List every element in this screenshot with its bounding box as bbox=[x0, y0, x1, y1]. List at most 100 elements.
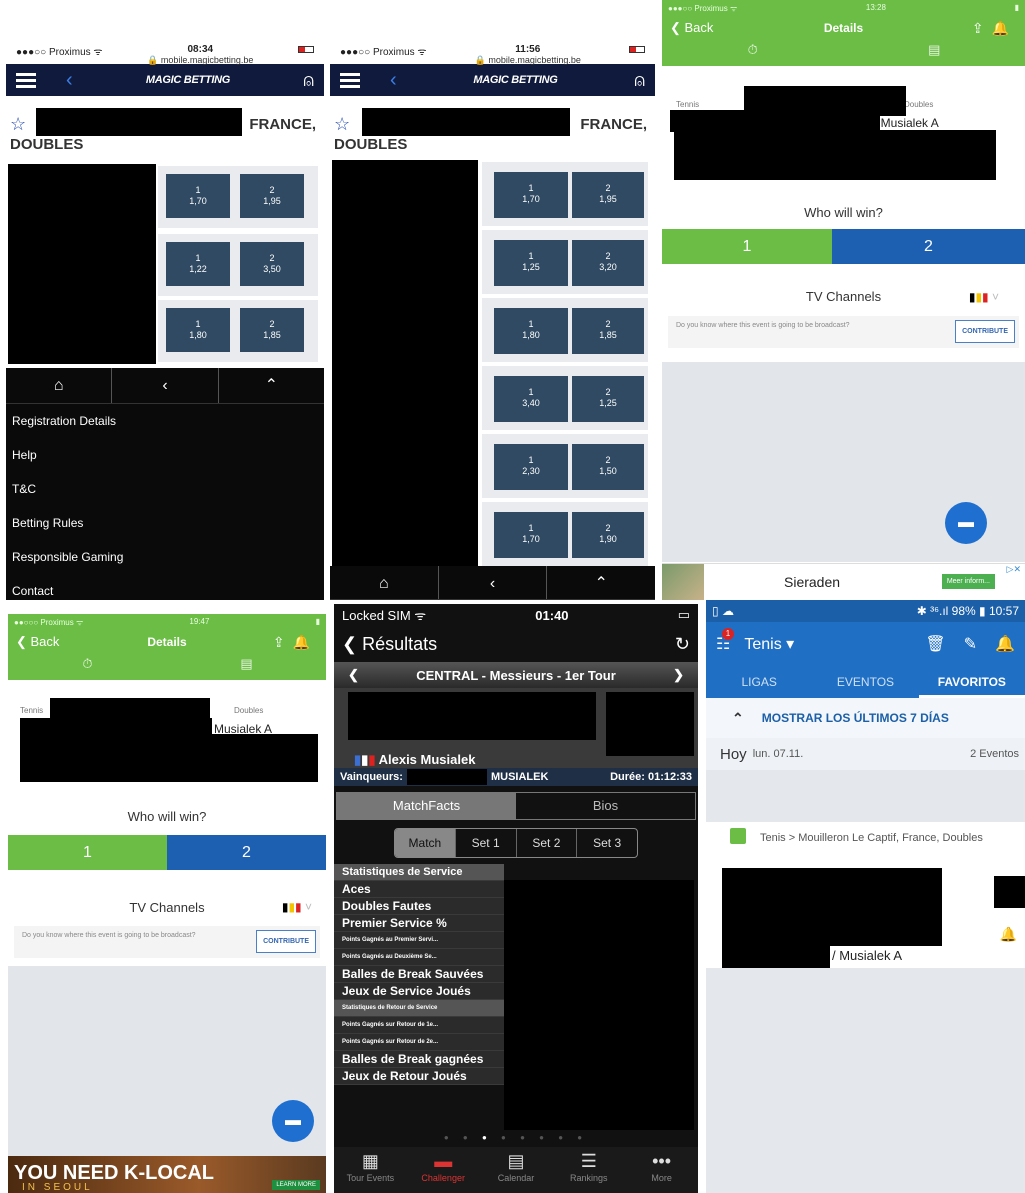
ad-button[interactable]: Meer inform... bbox=[941, 574, 995, 589]
back-icon[interactable]: ‹ bbox=[66, 69, 73, 92]
vote-bar: 1 2 bbox=[8, 835, 326, 870]
set-2[interactable]: Set 2 bbox=[517, 829, 578, 857]
page-title: Details bbox=[147, 635, 187, 649]
menu-item-help[interactable]: Help bbox=[6, 438, 324, 472]
ad-banner[interactable]: Sieraden Meer inform... ▷✕ bbox=[662, 563, 1025, 600]
menu-item-tc[interactable]: T&C bbox=[6, 472, 324, 506]
prev-icon[interactable]: ❮ bbox=[348, 667, 359, 683]
share-icon[interactable]: ⇪ bbox=[972, 20, 992, 36]
odd-button-2[interactable]: 2 1,90 bbox=[572, 512, 644, 558]
chat-fab-icon[interactable]: ▬ bbox=[945, 502, 987, 544]
tab-eventos[interactable]: EVENTOS bbox=[812, 666, 918, 698]
menu-icon[interactable] bbox=[16, 70, 36, 91]
bell-icon[interactable]: 🔔 bbox=[992, 20, 1017, 36]
bell-icon[interactable]: 🔔 bbox=[293, 634, 318, 650]
app-title[interactable]: Tenis ▾ bbox=[744, 634, 925, 654]
menu-icon[interactable] bbox=[340, 70, 360, 91]
tab-tour-events[interactable]: ▦ Tour Events bbox=[334, 1147, 407, 1193]
share-icon[interactable]: ⇪ bbox=[273, 634, 293, 650]
tab-bios[interactable]: Bios bbox=[516, 793, 695, 819]
url-bar[interactable]: 🔒 mobile.magicbetting.be bbox=[147, 55, 253, 66]
odd-button-1[interactable]: 1 3,40 bbox=[494, 376, 568, 422]
event-card[interactable]: Tenis > Mouilleron Le Captif, France, Do… bbox=[706, 822, 1025, 968]
list-icon[interactable]: ▤ bbox=[844, 42, 1025, 66]
odd-button-2[interactable]: 2 1,50 bbox=[572, 444, 644, 490]
vote-1-button[interactable]: 1 bbox=[8, 835, 167, 870]
odd-button-1[interactable]: 1 1,25 bbox=[494, 240, 568, 286]
vote-1-button[interactable]: 1 bbox=[662, 229, 832, 264]
edit-icon[interactable]: ✎ bbox=[964, 634, 977, 654]
timer-icon[interactable]: ⏱ bbox=[8, 656, 167, 680]
tab-ligas[interactable]: LIGAS bbox=[706, 666, 812, 698]
back-button[interactable]: ❮ Back bbox=[670, 20, 730, 36]
title-right: FRANCE, bbox=[580, 116, 647, 133]
ad-banner[interactable]: YOU NEED K-LOCAL IN SEOUL LEARN MORE bbox=[8, 1156, 326, 1193]
menu-item-registration[interactable]: Registration Details bbox=[6, 404, 324, 438]
belgium-flag-icon[interactable]: ▮▮▮ ˅ bbox=[282, 900, 312, 914]
vote-2-button[interactable]: 2 bbox=[832, 229, 1025, 264]
ad-button[interactable]: LEARN MORE bbox=[272, 1180, 320, 1190]
tab-more[interactable]: ••• More bbox=[625, 1147, 698, 1193]
contribute-button[interactable]: CONTRIBUTE bbox=[256, 930, 316, 953]
bell-icon[interactable]: 🔔 bbox=[1000, 926, 1017, 943]
odd-button-2[interactable]: 2 1,95 bbox=[572, 172, 644, 218]
scroll-top-icon[interactable]: ⌃ bbox=[219, 368, 324, 403]
vote-2-button[interactable]: 2 bbox=[167, 835, 326, 870]
set-match[interactable]: Match bbox=[395, 829, 456, 857]
calendar-badge-icon[interactable]: ☷ 1 bbox=[716, 628, 734, 654]
odd-button-2[interactable]: 2 1,25 bbox=[572, 376, 644, 422]
show-last-days[interactable]: ⌃ MOSTRAR LOS ÚLTIMOS 7 DÍAS bbox=[706, 698, 1025, 738]
ad-close-icon[interactable]: ▷✕ bbox=[1007, 564, 1021, 575]
odd-button-2[interactable]: 2 1,95 bbox=[240, 174, 304, 218]
menu-item-responsible-gaming[interactable]: Responsible Gaming bbox=[6, 540, 324, 574]
ad-image bbox=[662, 564, 704, 600]
url-bar[interactable]: 🔒 mobile.magicbetting.be bbox=[475, 55, 581, 66]
chat-fab-icon[interactable]: ▬ bbox=[272, 1100, 314, 1142]
odd-button-1[interactable]: 1 1,22 bbox=[166, 242, 230, 286]
odd-button-1[interactable]: 1 1,70 bbox=[494, 172, 568, 218]
odd-button-1[interactable]: 1 1,70 bbox=[494, 512, 568, 558]
page-title: Details bbox=[823, 21, 864, 35]
list-icon[interactable]: ▤ bbox=[167, 656, 326, 680]
back-icon[interactable]: ‹ bbox=[390, 69, 397, 92]
delete-icon[interactable]: 🗑 bbox=[925, 634, 945, 654]
tab-favoritos[interactable]: FAVORITOS bbox=[918, 666, 1025, 698]
odd-button-2[interactable]: 2 1,85 bbox=[240, 308, 304, 352]
set-1[interactable]: Set 1 bbox=[456, 829, 517, 857]
odd-button-2[interactable]: 2 1,85 bbox=[572, 308, 644, 354]
status-bar: ●●○○○ Proximus ᯤ 19:47 ▮ bbox=[14, 617, 320, 627]
scroll-top-icon[interactable]: ⌃ bbox=[547, 566, 655, 599]
user-icon[interactable]: ⍝ bbox=[303, 70, 314, 91]
back-button[interactable]: ❮ Résultats bbox=[342, 634, 675, 655]
tour-events-icon: ▦ bbox=[361, 1151, 379, 1171]
odd-button-1[interactable]: 1 1,70 bbox=[166, 174, 230, 218]
next-icon[interactable]: ❯ bbox=[673, 667, 684, 683]
title-right: FRANCE, bbox=[249, 116, 316, 133]
tab-rankings[interactable]: ☰ Rankings bbox=[552, 1147, 625, 1193]
contribute-button[interactable]: CONTRIBUTE bbox=[955, 320, 1015, 343]
user-icon[interactable]: ⍝ bbox=[634, 70, 645, 91]
odd-button-1[interactable]: 1 2,30 bbox=[494, 444, 568, 490]
set-3[interactable]: Set 3 bbox=[577, 829, 637, 857]
favorite-star-icon[interactable]: ☆ bbox=[334, 114, 350, 135]
tab-challenger[interactable]: ▬ Challenger bbox=[407, 1147, 480, 1193]
back-button[interactable]: ❮ Back bbox=[16, 634, 76, 650]
home-icon[interactable]: ⌂ bbox=[330, 566, 439, 599]
refresh-icon[interactable]: ↻ bbox=[675, 634, 690, 655]
atp-logo-icon bbox=[730, 828, 746, 844]
odd-button-2[interactable]: 2 3,20 bbox=[572, 240, 644, 286]
favorite-star-icon[interactable]: ☆ bbox=[10, 114, 26, 135]
odd-button-2[interactable]: 2 3,50 bbox=[240, 242, 304, 286]
tab-calendar[interactable]: ▤ Calendar bbox=[480, 1147, 553, 1193]
home-icon[interactable]: ⌂ bbox=[6, 368, 113, 403]
menu-item-betting-rules[interactable]: Betting Rules bbox=[6, 506, 324, 540]
back-icon[interactable]: ‹ bbox=[112, 368, 219, 403]
tab-matchfacts[interactable]: MatchFacts bbox=[337, 793, 516, 819]
back-icon[interactable]: ‹ bbox=[439, 566, 548, 599]
odd-button-1[interactable]: 1 1,80 bbox=[494, 308, 568, 354]
bell-icon[interactable]: 🔔 bbox=[995, 634, 1015, 654]
belgium-flag-icon[interactable]: ▮▮▮ ˅ bbox=[969, 290, 999, 304]
odd-button-1[interactable]: 1 1,80 bbox=[166, 308, 230, 352]
timer-icon[interactable]: ⏱ bbox=[662, 42, 844, 66]
menu-item-contact[interactable]: Contact bbox=[6, 574, 324, 600]
